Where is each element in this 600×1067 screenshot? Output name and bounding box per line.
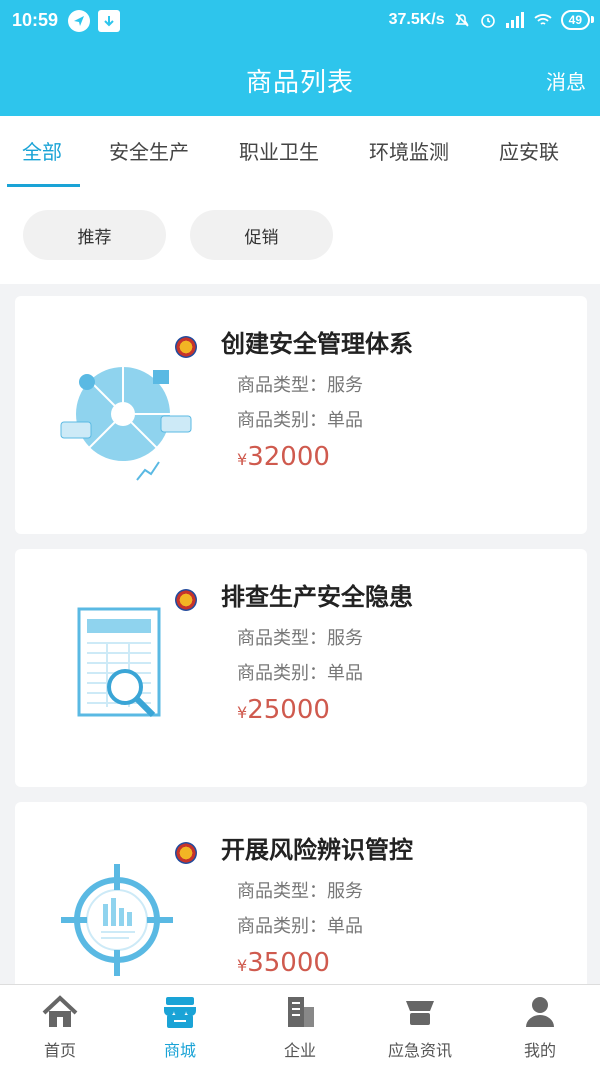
- status-right: 37.5K/s 49: [388, 10, 595, 30]
- nav-emergency-news[interactable]: 应急资讯: [365, 993, 475, 1061]
- nav-home[interactable]: 首页: [5, 993, 115, 1061]
- product-type: 商品类型：服务: [237, 881, 363, 902]
- filter-promotion-button[interactable]: 促销: [190, 210, 333, 260]
- nav-store[interactable]: 商城: [125, 993, 235, 1061]
- filter-row: 推荐 促销: [0, 188, 600, 284]
- tab-all[interactable]: 全部: [22, 136, 62, 165]
- tab-occupational-health[interactable]: 职业卫生: [239, 136, 319, 165]
- status-time: 10:59: [12, 10, 59, 30]
- network-speed: 37.5K/s: [388, 11, 445, 28]
- nav-enterprise-label: 企业: [283, 1041, 316, 1060]
- location-arrow-icon: [68, 10, 90, 32]
- home-icon: [42, 995, 78, 1027]
- product-card[interactable]: 排查生产安全隐患 商品类型：服务 商品类别：单品 ¥25000: [15, 549, 587, 787]
- product-price: ¥25000: [237, 695, 330, 725]
- merchant-badge-icon: [175, 842, 197, 864]
- merchant-badge-icon: [175, 336, 197, 358]
- tab-yinganlian[interactable]: 应安联: [499, 136, 559, 165]
- title-bar: 商品列表 消息: [0, 44, 600, 116]
- product-price: ¥35000: [237, 948, 330, 978]
- nav-enterprise[interactable]: 企业: [245, 993, 355, 1061]
- wifi-icon: [534, 14, 552, 25]
- nav-store-label: 商城: [163, 1041, 196, 1060]
- currency-symbol: ¥: [237, 703, 248, 722]
- currency-symbol: ¥: [237, 450, 248, 469]
- price-value: 32000: [247, 442, 330, 472]
- product-type: 商品类型：服务: [237, 628, 363, 649]
- bottom-nav: 首页 商城 企业 应急资讯 我的: [0, 984, 600, 1067]
- product-category: 商品类别：单品: [237, 916, 363, 937]
- status-bar: 10:59 37.5K/s 49: [0, 0, 600, 44]
- messages-button[interactable]: 消息: [546, 66, 586, 95]
- pie-chart-illustration: [60, 365, 192, 481]
- product-card[interactable]: 开展风险辨识管控 商品类型：服务 商品类别：单品 ¥35000: [15, 802, 587, 984]
- store-icon: [164, 997, 196, 1028]
- product-title: 创建安全管理体系: [221, 330, 413, 358]
- mute-bell-icon: [455, 13, 469, 27]
- currency-symbol: ¥: [237, 956, 248, 975]
- user-icon: [526, 997, 554, 1027]
- product-type: 商品类型：服务: [237, 375, 363, 396]
- price-value: 35000: [247, 948, 330, 978]
- nav-emergency-news-label: 应急资讯: [387, 1041, 452, 1060]
- status-notification-icons: [68, 10, 120, 32]
- download-icon: [98, 10, 120, 32]
- product-category: 商品类别：单品: [237, 663, 363, 684]
- building-icon: [288, 997, 314, 1027]
- signal-icon: [505, 12, 524, 28]
- battery-indicator: 49: [560, 10, 595, 30]
- merchant-badge-icon: [175, 589, 197, 611]
- filter-recommended-button[interactable]: 推荐: [23, 210, 166, 260]
- tab-environment-monitoring[interactable]: 环境监测: [369, 136, 449, 165]
- product-title: 开展风险辨识管控: [221, 836, 413, 864]
- price-value: 25000: [247, 695, 330, 725]
- product-title: 排查生产安全隐患: [221, 583, 413, 611]
- category-tabs: 全部 安全生产 职业卫生 环境监测 应安联: [0, 116, 600, 188]
- product-list: 创建安全管理体系 商品类型：服务 商品类别：单品 ¥32000 排查生产安全隐患…: [0, 284, 600, 984]
- nav-mine-label: 我的: [523, 1041, 556, 1060]
- alarm-clock-icon: [480, 14, 495, 28]
- document-search-illustration: [77, 607, 161, 718]
- crosshair-chart-illustration: [61, 864, 173, 976]
- active-tab-indicator: [7, 184, 80, 187]
- product-card[interactable]: 创建安全管理体系 商品类型：服务 商品类别：单品 ¥32000: [15, 296, 587, 534]
- page-title: 商品列表: [245, 68, 354, 98]
- nav-home-label: 首页: [43, 1041, 76, 1060]
- news-icon: [406, 1001, 434, 1025]
- nav-mine[interactable]: 我的: [485, 993, 595, 1061]
- tab-safety-production[interactable]: 安全生产: [109, 136, 189, 165]
- product-category: 商品类别：单品: [237, 410, 363, 431]
- product-price: ¥32000: [237, 442, 330, 472]
